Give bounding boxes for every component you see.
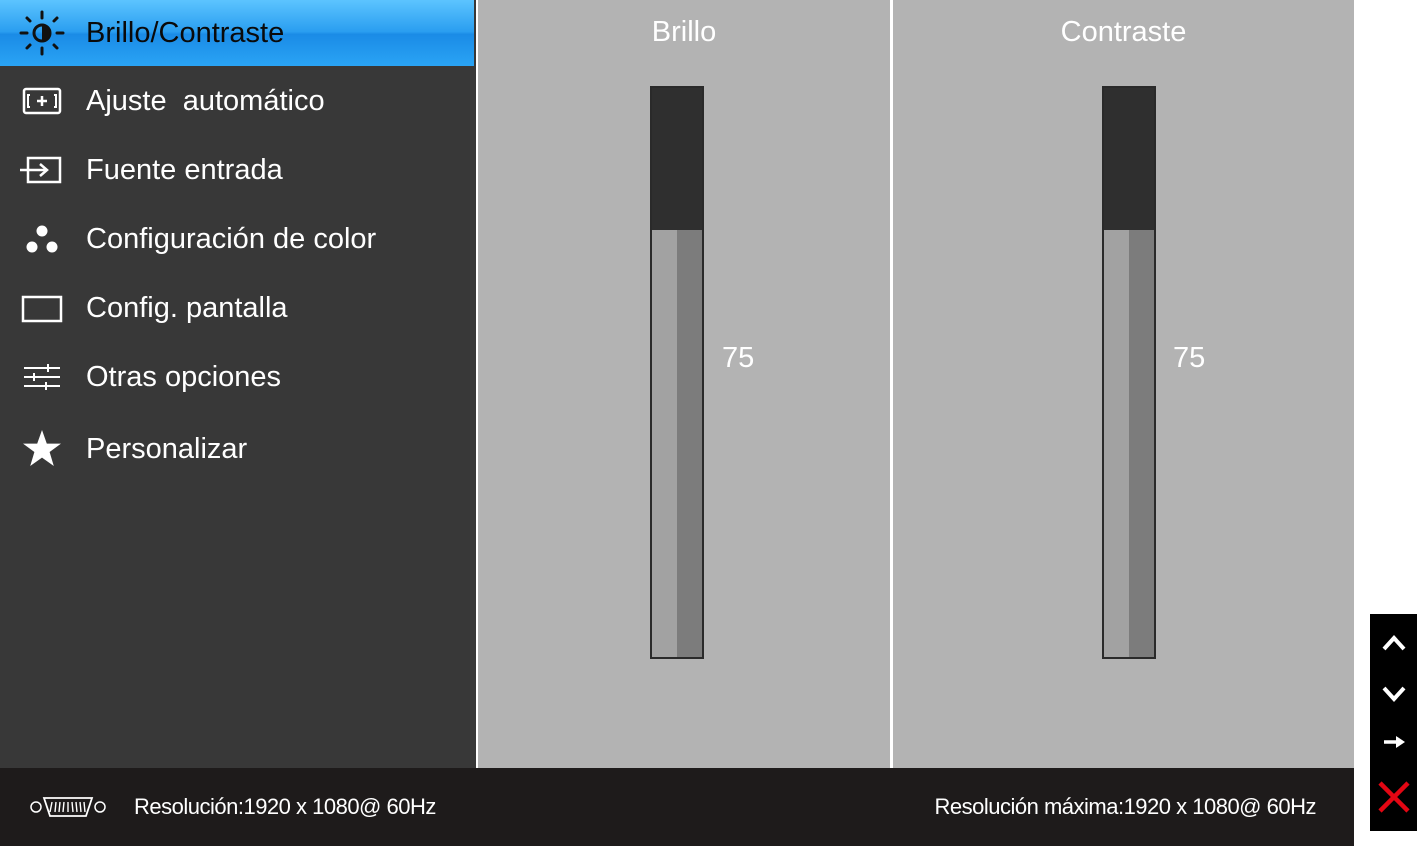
current-resolution: Resolución:1920 x 1080@ 60Hz — [134, 794, 436, 819]
display-icon — [18, 284, 66, 332]
osd-main-menu: Brillo/Contraste Ajuste automático Fuent… — [0, 0, 476, 768]
brightness-slider[interactable] — [650, 86, 704, 659]
menu-item-label: Brillo/Contraste — [86, 16, 285, 49]
brightness-title: Brillo — [651, 16, 717, 48]
menu-item-label: Fuente entrada — [86, 153, 283, 186]
enter-icon — [1381, 732, 1407, 757]
menu-item-label: Configuración de color — [86, 222, 377, 255]
menu-item-personalize[interactable]: Personalizar — [0, 416, 476, 482]
up-button[interactable] — [1370, 618, 1417, 672]
menu-item-label: Config. pantalla — [86, 291, 288, 324]
exit-icon — [1376, 779, 1412, 820]
contrast-slider[interactable] — [1102, 86, 1156, 659]
max-resolution: Resolución máxima:1920 x 1080@ 60Hz — [934, 794, 1317, 819]
brightness-slider-fill — [652, 230, 702, 657]
color-dots-icon — [18, 215, 66, 263]
input-source-icon — [18, 146, 66, 194]
down-button[interactable] — [1370, 669, 1417, 723]
monitor-osd: Brillo/Contraste Ajuste automático Fuent… — [0, 0, 1354, 846]
contrast-panel: Contraste 75 — [893, 0, 1354, 768]
contrast-slider-fill — [1104, 230, 1154, 657]
menu-item-auto-adjust[interactable]: Ajuste automático — [0, 68, 476, 134]
brightness-panel: Brillo 75 — [478, 0, 890, 768]
menu-item-display-settings[interactable]: Config. pantalla — [0, 275, 476, 341]
menu-item-color-settings[interactable]: Configuración de color — [0, 206, 476, 272]
auto-adjust-icon — [18, 77, 66, 125]
exit-button[interactable] — [1370, 772, 1417, 826]
menu-item-label: Ajuste automático — [86, 84, 325, 117]
contrast-value: 75 — [1173, 342, 1206, 374]
menu-item-label: Otras opciones — [86, 360, 282, 393]
sliders-icon — [18, 353, 66, 401]
status-footer: Resolución:1920 x 1080@ 60Hz Resolución … — [0, 768, 1354, 846]
star-icon — [18, 425, 66, 473]
vga-connector-icon — [28, 792, 108, 828]
contrast-title: Contraste — [1060, 16, 1187, 48]
button-guide-bar — [1370, 614, 1417, 831]
up-icon — [1381, 633, 1407, 658]
down-icon — [1381, 684, 1407, 709]
enter-button[interactable] — [1370, 717, 1417, 771]
menu-item-input-source[interactable]: Fuente entrada — [0, 137, 476, 203]
menu-item-brightness-contrast[interactable]: Brillo/Contraste — [0, 0, 474, 66]
menu-item-label: Personalizar — [86, 432, 248, 465]
brightness-icon — [18, 9, 66, 57]
menu-item-other-settings[interactable]: Otras opciones — [0, 344, 476, 410]
brightness-value: 75 — [722, 342, 755, 374]
